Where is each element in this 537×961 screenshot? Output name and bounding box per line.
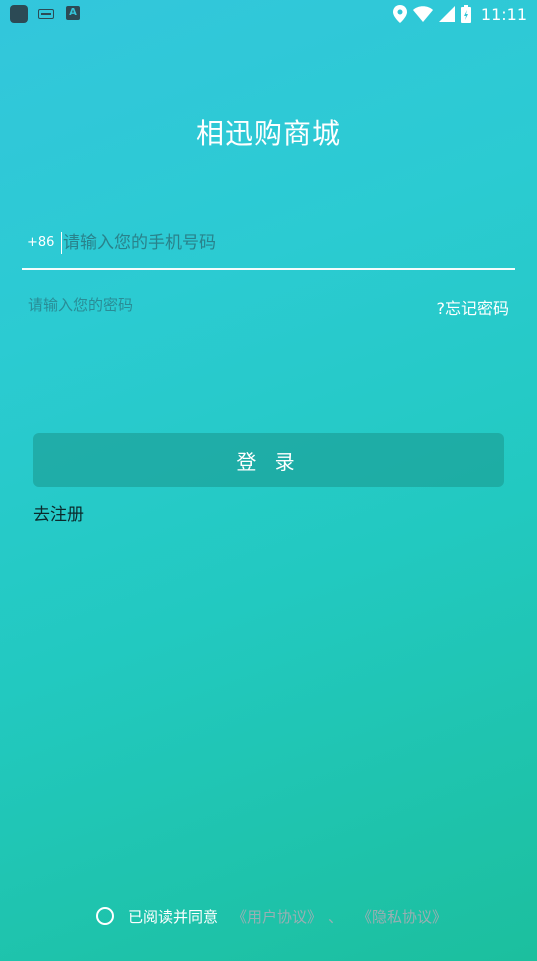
status-time: 11:11 — [480, 4, 527, 24]
password-input[interactable] — [28, 292, 328, 318]
login-button[interactable]: 登 录 — [33, 433, 504, 487]
forgot-password-link[interactable]: ?忘记密码 — [437, 295, 510, 319]
signal-icon — [438, 6, 455, 22]
battery-icon — [460, 5, 471, 23]
privacy-policy-link[interactable]: 《隐私协议》 — [357, 906, 447, 927]
keyboard-icon — [38, 9, 54, 19]
location-icon — [392, 5, 407, 23]
app-icon — [10, 5, 28, 23]
register-link[interactable]: 去注册 — [33, 500, 84, 525]
agreement-separator: 、 — [328, 907, 344, 926]
user-agreement-link[interactable]: 《用户协议》 — [232, 906, 322, 927]
status-bar-right: 11:11 — [392, 3, 527, 25]
status-bar: A 11:11 — [0, 0, 537, 30]
a-icon: A — [66, 6, 80, 20]
agree-checkbox[interactable] — [96, 907, 114, 925]
phone-input[interactable] — [63, 228, 503, 258]
phone-field-row: +86 — [22, 222, 515, 270]
page-title: 相迅购商城 — [195, 117, 341, 150]
country-code[interactable]: +86 — [27, 235, 54, 250]
agreement-row: 已阅读并同意 《用户协议》 、 《隐私协议》 — [96, 904, 447, 928]
agreement-text: 已阅读并同意 — [128, 907, 219, 926]
text-cursor — [61, 232, 62, 254]
wifi-icon — [412, 6, 433, 22]
